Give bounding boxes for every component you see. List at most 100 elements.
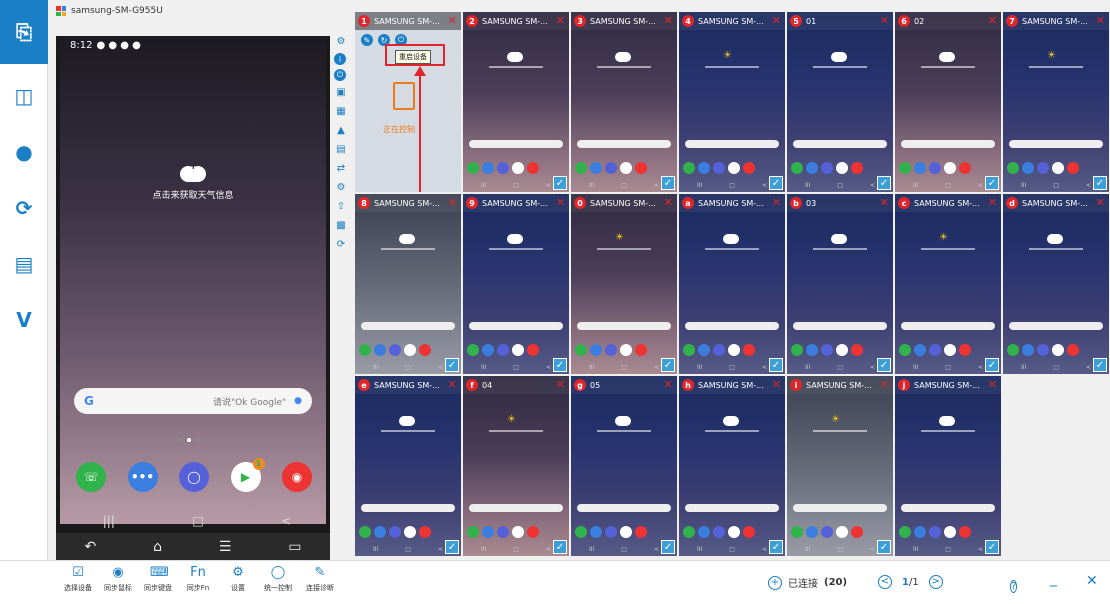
close-icon[interactable]: ✕ (988, 196, 997, 209)
info-icon[interactable]: i (334, 53, 346, 65)
close-icon[interactable]: ✕ (556, 14, 565, 27)
upload-icon[interactable]: ⇧ (334, 199, 348, 214)
device-cell[interactable]: j SAMSUNG SM-... ✕ ✓ III □ < (895, 376, 1001, 556)
device-cell[interactable]: c SAMSUNG SM-... ✕ ☀ ✓ III □ < (895, 194, 1001, 374)
close-icon[interactable]: ✕ (1096, 196, 1105, 209)
device-cell[interactable]: 6 02 ✕ ✓ III □ < (895, 12, 1001, 192)
close-icon[interactable]: ✕ (448, 14, 457, 27)
mirror-home-icon[interactable]: ⌂ (153, 539, 162, 555)
device-cell[interactable]: 5 01 ✕ ✓ III □ < (787, 12, 893, 192)
play-store-icon[interactable]: ▶ 1 (230, 458, 265, 492)
phone-mirror[interactable]: 8:12 ● ● ● ● + 点击来获取天气信息 G 请说"Ok Google"… (56, 36, 330, 561)
checkbox-icon[interactable]: ✓ (661, 176, 675, 190)
qr-icon[interactable]: ▩ (334, 218, 348, 233)
checkbox-icon[interactable]: ✓ (769, 358, 783, 372)
camera-app-icon[interactable]: ◉ (282, 462, 312, 492)
checkbox-icon[interactable]: ✓ (985, 540, 999, 554)
nav-screen-cast[interactable]: ◫ (0, 72, 48, 120)
settings-tool-icon[interactable]: ⚙ (334, 180, 348, 195)
nav-vip[interactable]: V (0, 296, 48, 344)
checkbox-icon[interactable]: ✓ (661, 358, 675, 372)
add-device-icon[interactable]: + (768, 575, 782, 590)
file-icon[interactable]: ▤ (334, 142, 348, 157)
checkbox-icon[interactable]: ✓ (553, 540, 567, 554)
bottom-tool-settings[interactable]: ⚙ 设置 (216, 565, 260, 593)
bottom-tool-select-device[interactable]: ☑ 选择设备 (56, 565, 100, 593)
close-icon[interactable]: ✕ (772, 14, 781, 27)
checkbox-icon[interactable]: ✓ (769, 540, 783, 554)
device-cell[interactable]: a SAMSUNG SM-... ✕ ✓ III □ < (679, 194, 785, 374)
device-cell[interactable]: h SAMSUNG SM-... ✕ ✓ III □ < (679, 376, 785, 556)
checkbox-icon[interactable]: ✓ (1093, 176, 1107, 190)
checkbox-icon[interactable]: ✓ (985, 176, 999, 190)
close-button[interactable]: ✕ (1086, 573, 1098, 589)
nav-sync[interactable]: ⟳ (0, 184, 48, 232)
checkbox-icon[interactable]: ✓ (985, 358, 999, 372)
close-icon[interactable]: ✕ (664, 196, 673, 209)
mirror-back-icon[interactable]: ↶ (84, 539, 96, 555)
device-cell[interactable]: 8 SAMSUNG SM-... ✕ ✓ III □ < (355, 194, 461, 374)
edit-icon[interactable]: ✎ (361, 34, 373, 46)
bottom-tool-diagnose[interactable]: ✎ 连接诊断 (298, 565, 342, 593)
checkbox-icon[interactable]: ✓ (877, 176, 891, 190)
checkbox-icon[interactable]: ✓ (661, 540, 675, 554)
bottom-tool-unified-control[interactable]: ◯ 统一控制 (256, 565, 300, 593)
bottom-tool-sync-keyboard[interactable]: ⌨ 同步键盘 (136, 565, 180, 593)
internet-app-icon[interactable]: ◯ (179, 462, 209, 492)
rotate-icon[interactable]: ⟳ (334, 237, 348, 252)
checkbox-icon[interactable]: ✓ (553, 358, 567, 372)
close-icon[interactable]: ✕ (664, 378, 673, 391)
close-icon[interactable]: ✕ (772, 196, 781, 209)
device-cell[interactable]: f 04 ✕ ☀ ✓ III □ < (463, 376, 569, 556)
google-search-bar[interactable]: G 请说"Ok Google" ● (74, 388, 312, 414)
device-cell[interactable]: 7 SAMSUNG SM-... ✕ ☀ ✓ III □ < (1003, 12, 1109, 192)
prev-page-icon[interactable]: < (878, 575, 892, 589)
nav-devices[interactable]: ⎘ (0, 0, 48, 64)
device-cell[interactable]: i SAMSUNG SM-... ✕ ☀ ✓ III □ < (787, 376, 893, 556)
bottom-tool-sync-mouse[interactable]: ◉ 同步鼠标 (96, 565, 140, 593)
close-icon[interactable]: ✕ (448, 378, 457, 391)
transfer-icon[interactable]: ⇄ (334, 161, 348, 176)
power-icon[interactable]: ⏻ (334, 69, 346, 81)
nav-files[interactable]: ▤ (0, 240, 48, 288)
phone-app-icon[interactable]: ☏ (76, 462, 106, 492)
close-icon[interactable]: ✕ (448, 196, 457, 209)
back-icon[interactable]: < (281, 514, 291, 528)
checkbox-icon[interactable]: ✓ (877, 540, 891, 554)
nav-chat[interactable]: ● (0, 128, 48, 176)
close-icon[interactable]: ✕ (664, 14, 673, 27)
close-icon[interactable]: ✕ (880, 14, 889, 27)
next-page-icon[interactable]: > (928, 575, 943, 589)
checkbox-icon[interactable]: ✓ (445, 540, 459, 554)
device-cell[interactable]: 4 SAMSUNG SM-... ✕ ☀ ✓ III □ < (679, 12, 785, 192)
device-cell[interactable]: 2 SAMSUNG SM-... ✕ ✓ III □ < (463, 12, 569, 192)
help-button[interactable]: ? (1010, 574, 1018, 593)
screenshot-icon[interactable]: ▣ (334, 85, 348, 100)
checkbox-icon[interactable]: ✓ (553, 176, 567, 190)
close-icon[interactable]: ✕ (988, 14, 997, 27)
gear-icon[interactable]: ⚙ (334, 34, 348, 49)
close-icon[interactable]: ✕ (772, 378, 781, 391)
home-icon[interactable]: □ (192, 514, 203, 528)
device-cell[interactable]: e SAMSUNG SM-... ✕ ✓ III □ < (355, 376, 461, 556)
close-icon[interactable]: ✕ (880, 378, 889, 391)
bottom-tool-sync-fn[interactable]: Fn 同步Fn (176, 565, 220, 593)
checkbox-icon[interactable]: ✓ (445, 358, 459, 372)
device-cell[interactable]: g 05 ✕ ✓ III □ < (571, 376, 677, 556)
checkbox-icon[interactable]: ✓ (769, 176, 783, 190)
mic-icon[interactable]: ● (294, 396, 302, 406)
record-icon[interactable]: ▦ (334, 104, 348, 119)
mirror-recents-icon[interactable]: ▭ (288, 539, 301, 555)
close-icon[interactable]: ✕ (880, 196, 889, 209)
weather-widget[interactable]: + 点击来获取天气信息 (60, 162, 326, 202)
device-cell[interactable]: 0 SAMSUNG SM-... ✕ ☀ ✓ III □ < (571, 194, 677, 374)
close-icon[interactable]: ✕ (988, 378, 997, 391)
mirror-menu-icon[interactable]: ☰ (219, 539, 232, 555)
messages-app-icon[interactable]: ••• (127, 462, 158, 492)
checkbox-icon[interactable]: ✓ (877, 358, 891, 372)
phone-screen[interactable]: 8:12 ● ● ● ● + 点击来获取天气信息 G 请说"Ok Google"… (60, 36, 326, 528)
minimize-button[interactable]: _ (1050, 571, 1057, 587)
close-icon[interactable]: ✕ (1096, 14, 1105, 27)
device-cell[interactable]: 9 SAMSUNG SM-... ✕ ✓ III □ < (463, 194, 569, 374)
close-icon[interactable]: ✕ (556, 196, 565, 209)
